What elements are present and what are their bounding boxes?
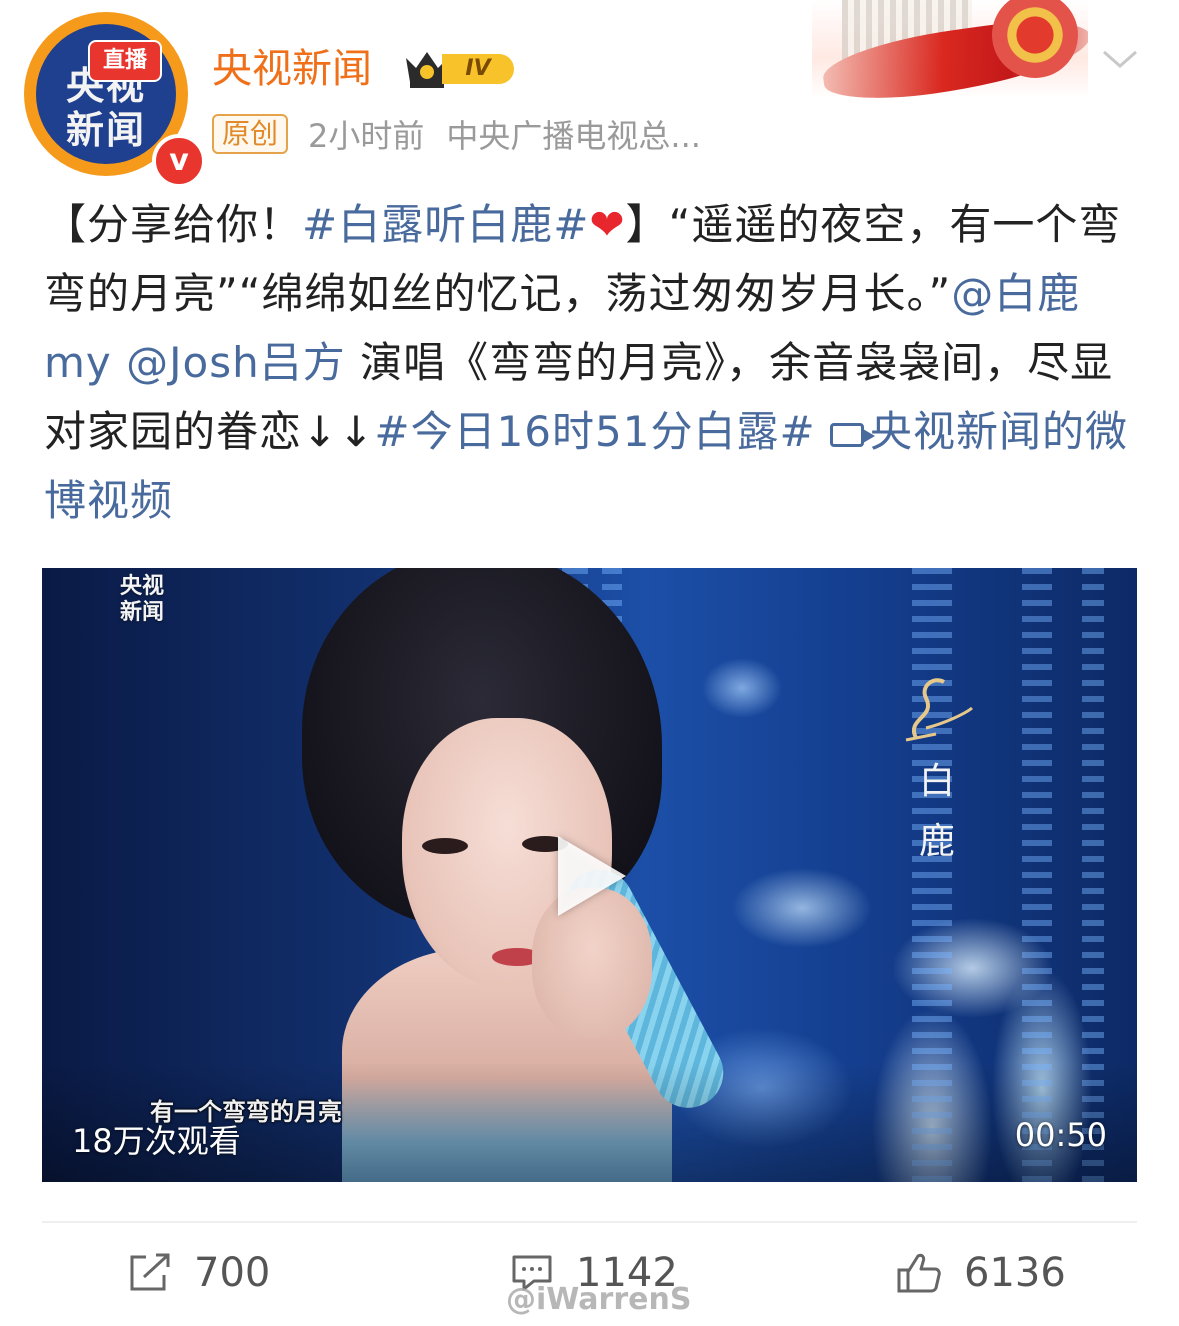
like-count: 6136 <box>964 1250 1066 1296</box>
post-text: 【分享给你！#白露听白鹿#❤】“遥遥的夜空，有一个弯弯的月亮”“绵绵如丝的忆记，… <box>44 190 1144 535</box>
name-plate-char: 白 <box>918 761 955 802</box>
original-tag: 原创 <box>212 114 289 154</box>
vip-badge[interactable]: IV <box>402 46 514 90</box>
post-source: 中央广播电视总... <box>446 117 701 155</box>
repost-count: 700 <box>194 1250 271 1296</box>
video-player[interactable]: 央视 新闻 白 鹿 有一个弯弯的月亮 18万次观看 00:50 <box>42 568 1137 1182</box>
live-badge: 直播 <box>88 40 162 82</box>
hashtag-link[interactable]: #今日16时51分白露# <box>374 407 815 456</box>
thumbs-up-icon <box>897 1253 941 1293</box>
avatar-logo-line2: 新闻 <box>65 108 146 152</box>
swan-emblem-icon <box>905 678 973 742</box>
chevron-down-icon[interactable] <box>1100 44 1140 74</box>
singer-eye <box>422 838 468 854</box>
avatar[interactable]: 央视 新闻 直播 v <box>24 12 206 188</box>
header-banner <box>812 0 1088 98</box>
account-name[interactable]: 央视新闻 <box>212 44 372 94</box>
heart-emoji: ❤ <box>589 200 626 249</box>
name-plate-char: 鹿 <box>918 821 955 862</box>
share-icon <box>130 1253 170 1291</box>
hashtag-link[interactable]: #白露听白鹿# <box>302 200 589 249</box>
repost-button[interactable]: 700 <box>128 1248 270 1298</box>
view-count: 18万次观看 <box>72 1122 241 1160</box>
cctv-logo-line2: 新闻 <box>120 600 165 625</box>
divider <box>42 1221 1137 1223</box>
cctv-news-logo: 央视 新闻 <box>120 574 164 626</box>
watermark: @iWarrenS <box>506 1282 692 1317</box>
mention-link[interactable]: @Josh吕方 <box>126 338 346 387</box>
play-icon[interactable] <box>558 836 626 916</box>
name-plate: 白 鹿 <box>872 668 992 988</box>
video-duration: 00:50 <box>1014 1116 1107 1154</box>
vip-level: IV <box>442 54 514 84</box>
post-text-part: 【分享给你！ <box>44 200 303 249</box>
post-time: 2小时前 <box>308 117 425 155</box>
post-meta: 原创 2小时前 中央广播电视总... <box>212 112 701 156</box>
verified-badge: v <box>152 134 206 188</box>
emblem-icon <box>992 0 1078 78</box>
like-button[interactable]: 6136 <box>896 1248 1066 1298</box>
video-icon <box>830 422 876 447</box>
cctv-logo-line1: 央视 <box>120 574 165 599</box>
